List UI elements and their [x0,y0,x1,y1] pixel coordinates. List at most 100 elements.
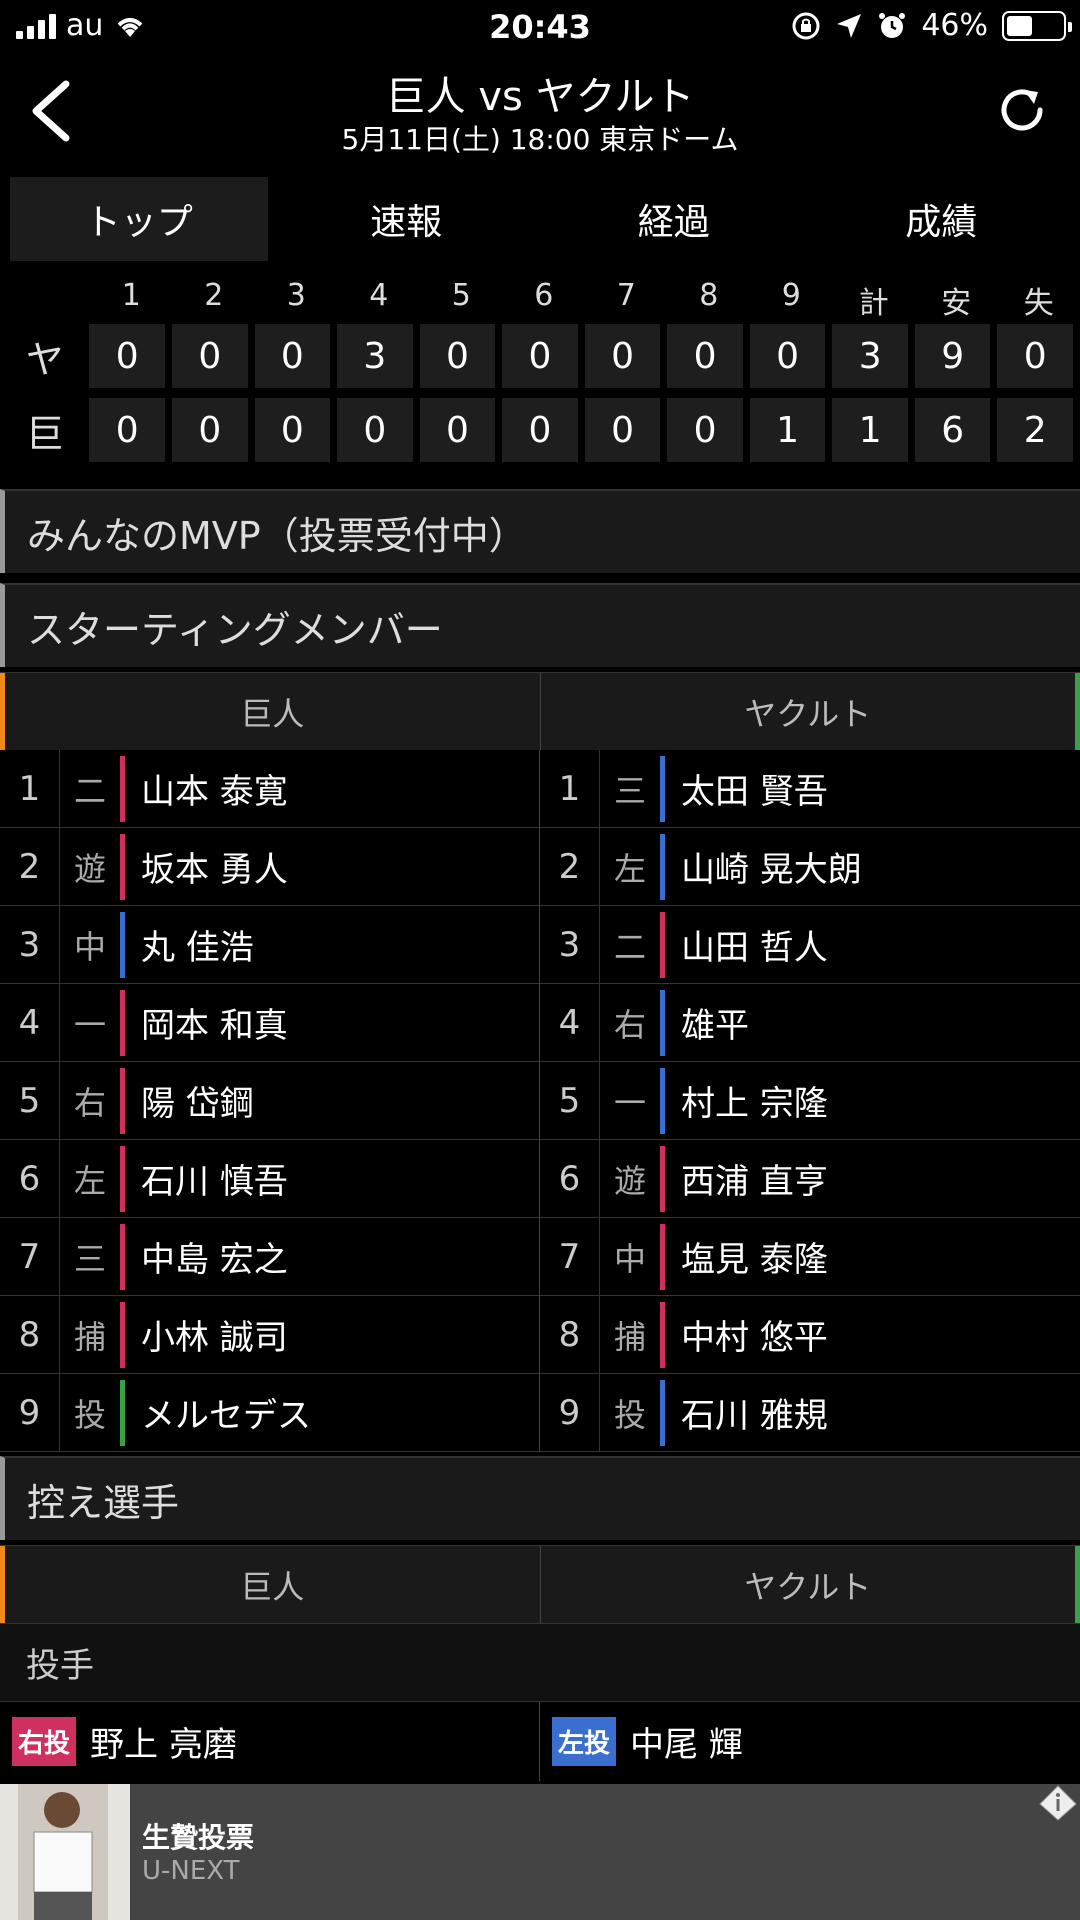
scoreboard-row-home: 巨000000001162 [0,394,1080,466]
handedness-bar [120,755,125,822]
score-cell: 0 [254,324,331,388]
player-name: 石川 雅規 [681,1396,828,1436]
position: 遊 [613,1161,646,1200]
tab-progress[interactable]: 経過 [545,177,803,261]
game-info: 5月11日(土) 18:00 東京ドーム [341,123,739,156]
scoreboard-column-label: 2 [204,278,224,313]
lineup-row[interactable]: 5 一村上 宗隆 [540,1061,1080,1140]
starting-members-heading: スターティングメンバー [0,583,1080,667]
refresh-button[interactable] [994,82,1050,138]
scoreboard-column-label: 失 [1023,286,1054,321]
scoreboard-header: 1 2 3 4 5 6 7 8 9 計 安 失 [90,278,1080,321]
player-name: 小林 誠司 [141,1318,288,1358]
lineup-row[interactable]: 6 左石川 慎吾 [0,1139,539,1218]
scoreboard-team-label: ヤ [25,337,64,382]
player-name: 塩見 泰隆 [681,1240,828,1280]
scoreboard-row-away: ヤ000300000390 [0,320,1080,392]
player-name: 石川 慎吾 [141,1162,288,1202]
lineup-giants: 1 二山本 泰寛 2 遊坂本 勇人 3 中丸 佳浩 4 一岡本 和真 5 右陽 岱鋼 6 左石川 慎吾… [0,749,540,1452]
bench-pitchers: 右投 野上 亮磨 左投 中尾 輝 [0,1701,1080,1781]
score-cell: 0 [584,398,661,462]
handedness-bar [660,989,665,1056]
handedness-bar [660,833,665,900]
batting-order: 7 [0,1217,60,1296]
lineup-row[interactable]: 9 投石川 雅規 [540,1373,1080,1452]
lineup-row[interactable]: 3中丸 佳浩 [0,905,539,984]
batting-order: 8 [0,1295,60,1374]
score-cell: 0 [337,398,413,462]
alarm-icon [879,12,906,38]
mvp-section[interactable]: みんなのMVP（投票受付中） [0,489,1080,573]
pitcher-label: 投手 [0,1623,1080,1701]
scoreboard-column-label: 5 [451,278,471,313]
lineup-team-header: 巨人 ヤクルト [0,672,1080,750]
bench-pitcher-giants[interactable]: 右投 野上 亮磨 [0,1702,540,1781]
player-name: 丸 佳浩 [141,928,254,968]
lineup-row[interactable]: 6 遊西浦 直亨 [540,1139,1080,1218]
player-name: メルセデス [141,1396,311,1436]
bench-pitcher-swallows[interactable]: 左投 中尾 輝 [540,1702,1080,1781]
score-cell: 0 [254,398,331,462]
lineup-row[interactable]: 4 右雄平 [540,983,1080,1062]
position: 一 [73,1005,106,1044]
lineup-row[interactable]: 2 遊坂本 勇人 [0,827,539,906]
handedness-bar [120,911,125,978]
handedness-bar [120,1223,125,1290]
player-name: 山田 哲人 [681,928,828,968]
handedness-bar [660,1301,665,1368]
score-cell: 0 [997,324,1074,388]
lineup-row[interactable]: 8 捕中村 悠平 [540,1295,1080,1374]
scoreboard: 123456789計安失 ヤ000300000390 巨000000001162 [0,278,1080,466]
scoreboard-column-label: 9 [781,278,801,313]
lineup-row[interactable]: 3 二山田 哲人 [540,905,1080,984]
score-cell: 0 [89,398,166,462]
ad-banner[interactable]: 生贄投票 U-NEXT [0,1784,1080,1920]
position: 右 [73,1083,106,1122]
lineup-row[interactable]: 5右陽 岱鋼 [0,1061,539,1140]
tab-live[interactable]: 速報 [278,177,536,261]
score-cell: 0 [502,324,578,388]
batting-order: 3 [0,905,60,984]
team-header-swallows: ヤクルト [541,1546,1080,1623]
player-name: 太田 賢吾 [681,772,828,812]
player-name: 村上 宗隆 [681,1084,828,1124]
lineup-row[interactable]: 1 二山本 泰寛 [0,749,539,828]
player-name: 坂本 勇人 [141,850,288,890]
handedness-bar [120,1145,125,1212]
ad-info-icon[interactable] [1038,1784,1078,1822]
lineup-row[interactable]: 8 捕小林 誠司 [0,1295,539,1374]
batting-order: 6 [0,1139,60,1218]
bench-heading: 控え選手 [0,1456,1080,1540]
lineup-row[interactable]: 1 三太田 賢吾 [540,749,1080,828]
lineup-row[interactable]: 4 一岡本 和真 [0,983,539,1062]
lineup-row[interactable]: 7 中塩見 泰隆 [540,1217,1080,1296]
handedness-bar [120,1379,125,1446]
score-cell: 0 [667,398,743,462]
tab-bar: トップ 速報 経過 成績 [10,177,1080,261]
batting-order: 5 [540,1061,600,1140]
player-name: 陽 岱鋼 [141,1084,254,1124]
ad-sponsor: U-NEXT [142,1856,240,1886]
batting-order: 1 [0,749,60,828]
bench-team-header: 巨人 ヤクルト [0,1545,1080,1623]
ad-thumbnail [0,1784,130,1920]
tab-stats[interactable]: 成績 [813,177,1071,261]
position: 三 [613,771,646,810]
scoreboard-column-label: 3 [286,278,306,313]
handedness-bar [120,833,125,900]
lineup-row[interactable]: 9 投メルセデス [0,1373,539,1452]
lineup-row[interactable]: 7 三中島 宏之 [0,1217,539,1296]
handedness-bar [120,989,125,1056]
position: 二 [73,771,106,810]
score-cell: 6 [914,398,991,462]
player-name: 西浦 直亨 [681,1162,828,1202]
player-name: 中尾 輝 [630,1725,743,1765]
position: 捕 [73,1317,106,1356]
lineup-row[interactable]: 2 左山崎 晃大朗 [540,827,1080,906]
tab-top[interactable]: トップ [10,177,268,261]
status-bar: au 20:43 46% [0,0,1080,54]
batting-order: 4 [540,983,600,1062]
position: 中 [613,1239,646,1278]
scoreboard-column-label: 6 [534,278,554,313]
page-title: 巨人 vs ヤクルト [385,74,695,120]
